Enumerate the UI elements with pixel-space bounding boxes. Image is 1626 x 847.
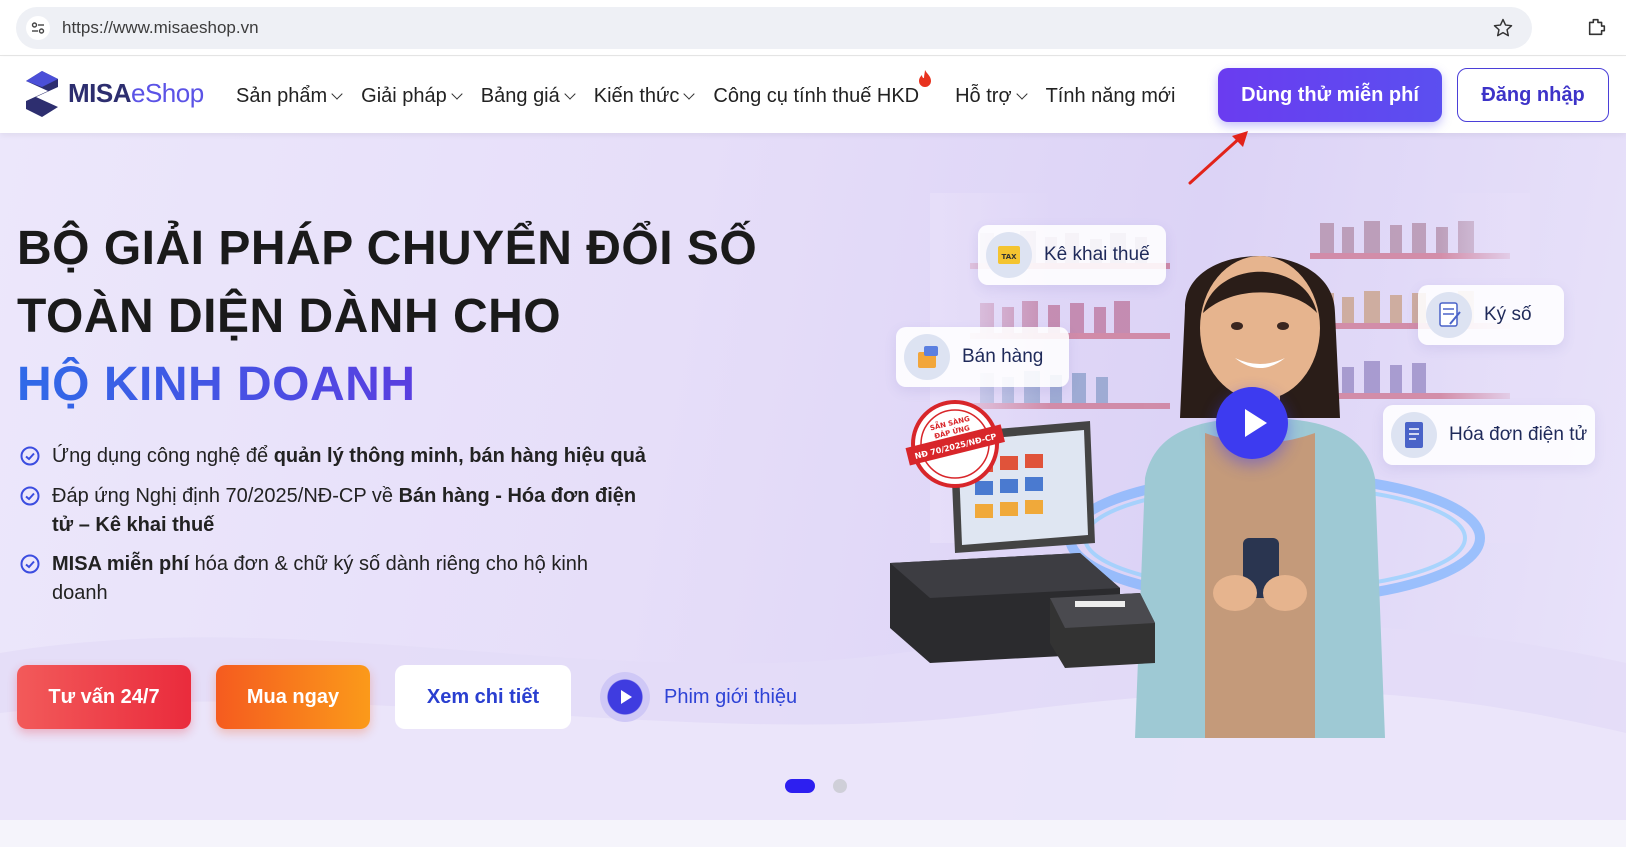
annotation-arrow-icon bbox=[1188, 131, 1248, 185]
chevron-down-icon bbox=[564, 88, 576, 100]
feature-card-digital-sign[interactable]: Ký số bbox=[1418, 285, 1564, 345]
hero-bullet-3: MISA miễn phí hóa đơn & chữ ký số dành r… bbox=[20, 550, 660, 608]
chevron-down-icon bbox=[451, 88, 463, 100]
bullet-text: Ứng dụng công nghệ để quản lý thông minh… bbox=[52, 442, 646, 471]
carousel-dot-active[interactable] bbox=[785, 779, 815, 793]
logo-brand: MISA bbox=[68, 78, 132, 108]
nav-label: Hỗ trợ bbox=[955, 84, 1012, 107]
tax-icon: TAX bbox=[986, 232, 1032, 278]
buy-now-button[interactable]: Mua ngay bbox=[216, 665, 370, 729]
feature-card-label: Ký số bbox=[1484, 304, 1532, 325]
nav-giai-phap[interactable]: Giải pháp bbox=[361, 81, 463, 111]
hero-title-line2: TOÀN DIỆN DÀNH CHO bbox=[17, 290, 562, 343]
check-circle-icon bbox=[20, 486, 40, 506]
hero-title-highlight: HỘ KINH DOANH bbox=[17, 358, 416, 411]
bullet-bold: MISA miễn phí bbox=[52, 553, 190, 575]
nav-ho-tro[interactable]: Hỗ trợ bbox=[955, 81, 1028, 111]
shopping-bag-icon bbox=[904, 334, 950, 380]
nav-kien-thuc[interactable]: Kiến thức bbox=[593, 81, 696, 111]
page-bottom-strip bbox=[0, 820, 1626, 847]
misa-eshop-logo[interactable]: MISAeShop bbox=[22, 69, 212, 121]
chevron-down-icon bbox=[683, 88, 696, 100]
logo-text: MISAeShop bbox=[68, 78, 204, 109]
check-circle-icon bbox=[20, 554, 40, 574]
hero-bullet-2: Đáp ứng Nghị định 70/2025/NĐ-CP về Bán h… bbox=[20, 482, 660, 540]
address-bar[interactable]: https://www.misaeshop.vn bbox=[16, 7, 1532, 49]
nav-label: Sản phẩm bbox=[236, 84, 328, 107]
nav-label: Bảng giá bbox=[480, 84, 560, 107]
login-button[interactable]: Đăng nhập bbox=[1457, 68, 1609, 122]
feature-card-label: Bán hàng bbox=[962, 346, 1044, 367]
feature-card-e-invoice[interactable]: Hóa đơn điện tử bbox=[1383, 405, 1595, 465]
check-circle-icon bbox=[20, 446, 40, 466]
nav-cong-cu-tinh-thue[interactable]: Công cụ tính thuế HKD bbox=[713, 70, 932, 111]
logo-product: eShop bbox=[131, 78, 204, 108]
bullet-plain: Đáp ứng Nghị định 70/2025/NĐ-CP về bbox=[52, 485, 399, 507]
hero-bullet-1: Ứng dụng công nghệ để quản lý thông minh… bbox=[20, 442, 660, 471]
hero-video-play-button[interactable] bbox=[1216, 387, 1288, 459]
extensions-icon[interactable] bbox=[1586, 16, 1608, 38]
hero-title-line1: BỘ GIẢI PHÁP CHUYỂN ĐỔI SỐ bbox=[17, 222, 758, 275]
play-icon bbox=[600, 672, 650, 722]
browser-toolbar: https://www.misaeshop.vn bbox=[0, 0, 1626, 56]
site-info-icon[interactable] bbox=[26, 16, 50, 40]
bookmark-star-icon[interactable] bbox=[1492, 17, 1514, 39]
feature-card-label: Kê khai thuế bbox=[1044, 244, 1150, 265]
chevron-down-icon bbox=[1015, 88, 1028, 100]
main-nav: Sản phẩm Giải pháp Bảng giá Kiến thức Cô… bbox=[236, 70, 1195, 111]
carousel-dot[interactable] bbox=[833, 779, 847, 793]
bullet-text: MISA miễn phí hóa đơn & chữ ký số dành r… bbox=[52, 550, 622, 608]
bullet-bold: quản lý thông minh, bán hàng hiệu quả bbox=[273, 445, 646, 467]
nav-label: Kiến thức bbox=[593, 84, 680, 107]
view-details-button[interactable]: Xem chi tiết bbox=[395, 665, 571, 729]
signature-document-icon bbox=[1426, 292, 1472, 338]
nav-label: Giải pháp bbox=[361, 84, 447, 107]
nav-san-pham[interactable]: Sản phẩm bbox=[236, 81, 343, 111]
intro-video-label: Phim giới thiệu bbox=[664, 685, 798, 708]
bullet-plain: Ứng dụng công nghệ để bbox=[52, 445, 274, 467]
chevron-down-icon bbox=[331, 88, 343, 100]
free-trial-button[interactable]: Dùng thử miễn phí bbox=[1218, 68, 1442, 122]
nav-tinh-nang-moi[interactable]: Tính năng mới bbox=[1046, 81, 1176, 111]
consult-24-7-button[interactable]: Tư vấn 24/7 bbox=[17, 665, 191, 729]
intro-video-button[interactable]: Phim giới thiệu bbox=[600, 670, 797, 724]
logo-mark-icon bbox=[26, 71, 58, 117]
nav-bang-gia[interactable]: Bảng giá bbox=[480, 81, 576, 111]
hero-section: BỘ GIẢI PHÁP CHUYỂN ĐỔI SỐ TOÀN DIỆN DÀN… bbox=[0, 133, 1626, 820]
feature-card-label: Hóa đơn điện tử bbox=[1449, 424, 1588, 445]
invoice-icon bbox=[1391, 412, 1437, 458]
decree-compliance-stamp: NĐ 70/2025/NĐ-CP SẴN SÀNG ĐÁP ỨNG bbox=[905, 400, 1005, 488]
feature-card-sales[interactable]: Bán hàng bbox=[896, 327, 1069, 387]
nav-label: Công cụ tính thuế HKD bbox=[713, 84, 920, 107]
svg-text:TAX: TAX bbox=[1001, 253, 1017, 261]
url-text[interactable]: https://www.misaeshop.vn bbox=[62, 18, 259, 38]
site-header: MISAeShop Sản phẩm Giải pháp Bảng giá Ki… bbox=[0, 57, 1626, 133]
feature-card-tax[interactable]: TAX Kê khai thuế bbox=[978, 225, 1166, 285]
nav-label: Tính năng mới bbox=[1045, 84, 1176, 107]
hot-flame-icon bbox=[919, 70, 932, 87]
carousel-dots bbox=[785, 779, 847, 793]
bullet-text: Đáp ứng Nghị định 70/2025/NĐ-CP về Bán h… bbox=[52, 482, 660, 540]
